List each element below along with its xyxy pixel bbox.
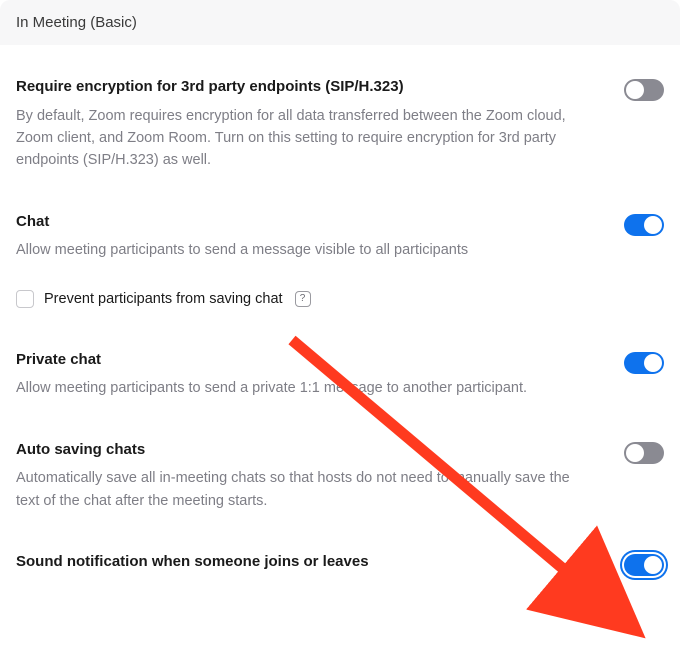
setting-row-auto-save: Auto saving chats Automatically save all… — [16, 408, 664, 520]
toggle-knob — [644, 354, 662, 372]
setting-row-chat: Chat Allow meeting participants to send … — [16, 180, 664, 270]
sub-option-prevent-save: Prevent participants from saving chat ? — [16, 270, 664, 318]
settings-list: Require encryption for 3rd party endpoin… — [0, 45, 680, 588]
section-title: In Meeting (Basic) — [16, 14, 137, 31]
setting-text: Sound notification when someone joins or… — [16, 552, 576, 580]
toggle-sound-notif[interactable] — [624, 554, 664, 576]
setting-desc-encryption: By default, Zoom requires encryption for… — [16, 105, 576, 172]
setting-row-private-chat: Private chat Allow meeting participants … — [16, 318, 664, 408]
toggle-encryption[interactable] — [624, 79, 664, 101]
setting-text: Require encryption for 3rd party endpoin… — [16, 77, 576, 172]
setting-title-encryption: Require encryption for 3rd party endpoin… — [16, 77, 576, 97]
toggle-knob — [626, 81, 644, 99]
help-icon[interactable]: ? — [295, 291, 311, 307]
checkbox-prevent-save[interactable] — [16, 290, 34, 308]
setting-text: Chat Allow meeting participants to send … — [16, 212, 576, 262]
setting-desc-private-chat: Allow meeting participants to send a pri… — [16, 377, 576, 399]
setting-row-sound-notif: Sound notification when someone joins or… — [16, 520, 664, 588]
setting-title-auto-save: Auto saving chats — [16, 440, 576, 460]
toggle-chat[interactable] — [624, 214, 664, 236]
setting-title-private-chat: Private chat — [16, 350, 576, 370]
section-header: In Meeting (Basic) — [0, 0, 680, 45]
setting-desc-auto-save: Automatically save all in-meeting chats … — [16, 467, 576, 512]
setting-title-chat: Chat — [16, 212, 576, 232]
setting-title-sound-notif: Sound notification when someone joins or… — [16, 552, 576, 572]
toggle-knob — [644, 216, 662, 234]
setting-row-encryption: Require encryption for 3rd party endpoin… — [16, 45, 664, 180]
toggle-knob — [644, 556, 662, 574]
toggle-auto-save[interactable] — [624, 442, 664, 464]
setting-text: Auto saving chats Automatically save all… — [16, 440, 576, 512]
label-prevent-save: Prevent participants from saving chat — [44, 291, 283, 307]
setting-desc-chat: Allow meeting participants to send a mes… — [16, 239, 576, 261]
setting-text: Private chat Allow meeting participants … — [16, 350, 576, 400]
toggle-knob — [626, 444, 644, 462]
toggle-private-chat[interactable] — [624, 352, 664, 374]
